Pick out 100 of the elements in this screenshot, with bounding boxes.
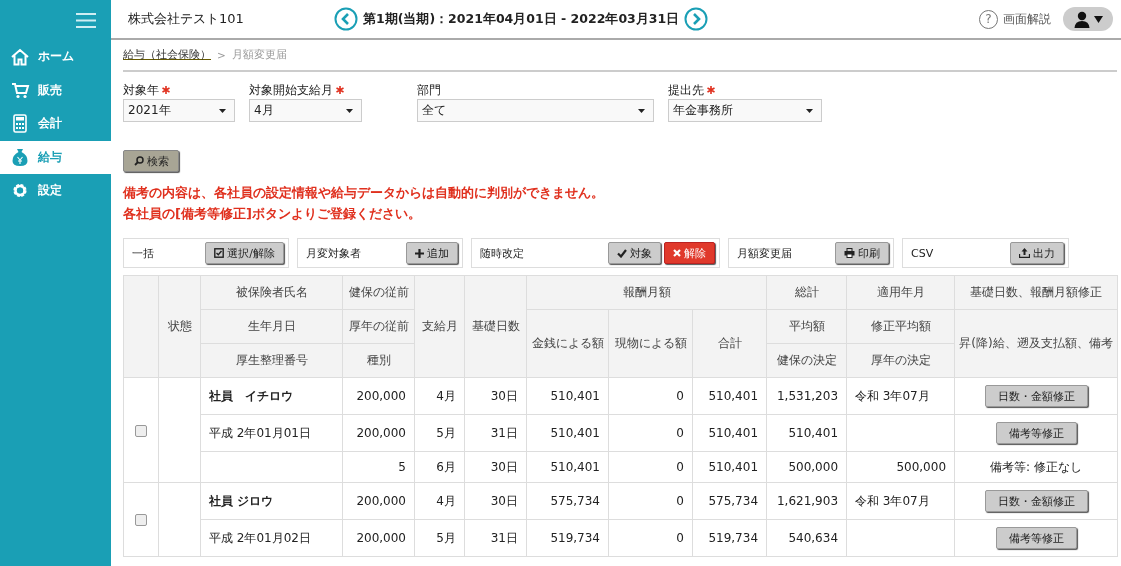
table-cell: 200,000 (356, 531, 406, 545)
caret-icon (638, 108, 645, 113)
table-cell: 30日 (490, 388, 518, 403)
table-cell: 平成 2年01月01日 (209, 425, 311, 440)
table-cell: 社員 イチロウ (209, 388, 293, 403)
toolbar-button[interactable]: 対象 (608, 242, 661, 264)
table-cell: 6月 (436, 459, 456, 474)
table-cell: 200,000 (356, 426, 406, 440)
table-cell: 31日 (490, 425, 518, 440)
column-header: 現物による額 (608, 309, 693, 378)
column-header: 金銭による額 (526, 309, 609, 378)
warning-message: 備考の内容は、各社員の設定情報や給与データからは自動的に判別ができません。 (123, 184, 605, 202)
caret-icon (1093, 15, 1103, 23)
next-period-icon[interactable] (684, 7, 709, 31)
user-menu-button[interactable] (1063, 7, 1113, 31)
table-cell: 510,401 (708, 460, 758, 474)
toolbar-button[interactable]: 選択/解除 (205, 242, 284, 264)
company-name: 株式会社テスト101 (128, 10, 245, 28)
table-cell: 510,401 (550, 426, 600, 440)
row-checkbox[interactable] (135, 514, 147, 526)
search-button[interactable]: 検索 (123, 150, 179, 172)
edit-button[interactable]: 備考等修正 (995, 422, 1077, 444)
toolbar-label: 月額変更届 (737, 245, 792, 261)
table-cell: 0 (676, 531, 684, 545)
toolbar-label: 随時改定 (480, 245, 524, 261)
dropdown[interactable]: 年金事務所 (668, 99, 822, 122)
column-header: 被保険者氏名 (200, 275, 343, 310)
table-cell: 0 (676, 426, 684, 440)
table-cell: 0 (676, 389, 684, 403)
table-cell: 5月 (436, 425, 456, 440)
column-header: 状態 (158, 275, 201, 378)
column-header: 健保の決定 (766, 343, 847, 378)
table-cell: 0 (676, 494, 684, 508)
table-cell: 1,531,203 (776, 389, 838, 403)
field-label: 提出先 (668, 81, 704, 99)
row-checkbox[interactable] (135, 424, 147, 437)
caret-icon (806, 108, 813, 113)
breadcrumb-link[interactable]: 給与（社会保険） (123, 48, 211, 62)
column-header: 健保の従前 (342, 275, 415, 310)
column-header: 厚年の決定 (846, 343, 955, 378)
plus-icon (415, 248, 424, 258)
column-header: 総計 (766, 275, 847, 310)
help-link[interactable]: ? 画面解説 (979, 9, 1051, 29)
user-icon (1073, 10, 1090, 28)
table-cell: 500,000 (788, 460, 838, 474)
warning-message: 各社員の[備考等修正]ボタンよりご登録ください。 (123, 205, 422, 223)
fiscal-period: 第1期(当期)：2021年04月01日 - 2022年03月31日 (363, 10, 680, 28)
field-label: 部門 (417, 81, 441, 99)
table-cell: 575,734 (550, 494, 600, 508)
table-cell: 200,000 (356, 494, 406, 508)
table-cell: 社員 ジロウ (209, 493, 274, 508)
checkbox-icon (214, 248, 225, 258)
table-cell: 5月 (436, 530, 456, 545)
table-cell: 540,634 (788, 531, 838, 545)
toolbar-button[interactable]: 出力 (1010, 242, 1064, 264)
dropdown[interactable]: 2021年 (123, 99, 235, 122)
breadcrumb-separator: > (217, 49, 226, 61)
table-cell: 令和 3年07月 (855, 388, 930, 403)
edit-button[interactable]: 日数・金額修正 (984, 490, 1088, 512)
table-cell: 0 (676, 460, 684, 474)
column-header: 生年月日 (200, 309, 343, 344)
table-cell: 510,401 (550, 460, 600, 474)
table-cell: 200,000 (356, 389, 406, 403)
table-cell: 4月 (436, 493, 456, 508)
table-cell: 500,000 (896, 460, 946, 474)
table-cell: 30日 (490, 493, 518, 508)
close-icon (673, 249, 681, 257)
dropdown[interactable]: 4月 (249, 99, 362, 122)
remarks-text: 備考等: 修正なし (990, 459, 1082, 474)
column-header: 報酬月額 (526, 275, 767, 310)
column-header: 支給月 (414, 275, 465, 378)
table-cell: 30日 (490, 459, 518, 474)
toolbar-label: 一括 (132, 245, 154, 261)
toolbar-label: 月変対象者 (306, 245, 361, 261)
previous-period-icon[interactable] (334, 7, 358, 31)
table-cell: 519,734 (550, 531, 600, 545)
field-label: 対象開始支給月 (249, 81, 333, 99)
toolbar-button[interactable]: 追加 (406, 242, 458, 264)
table-cell: 平成 2年01月02日 (209, 530, 311, 545)
edit-button[interactable]: 日数・金額修正 (984, 385, 1088, 407)
table-cell: 510,401 (708, 426, 758, 440)
home-icon (10, 47, 30, 66)
table-cell: 510,401 (788, 426, 838, 440)
table-cell: 5 (398, 460, 406, 474)
cancel-button[interactable]: 解除 (664, 242, 715, 264)
table-cell: 4月 (436, 388, 456, 403)
calculator-icon (10, 114, 30, 134)
upload-icon (1019, 248, 1030, 258)
printer-icon (844, 248, 855, 258)
table-cell: 510,401 (550, 389, 600, 403)
dropdown[interactable]: 全て (417, 99, 654, 122)
edit-button[interactable]: 備考等修正 (995, 527, 1077, 549)
menu-icon[interactable] (76, 12, 96, 28)
column-header: 厚生整理番号 (200, 343, 343, 378)
column-header: 平均額 (766, 309, 847, 344)
toolbar-button[interactable]: 印刷 (835, 242, 889, 264)
table-cell: 575,734 (708, 494, 758, 508)
breadcrumb-current: 月額変更届 (231, 48, 287, 62)
column-header: 合計 (692, 309, 767, 378)
column-header: 厚年の従前 (342, 309, 415, 344)
